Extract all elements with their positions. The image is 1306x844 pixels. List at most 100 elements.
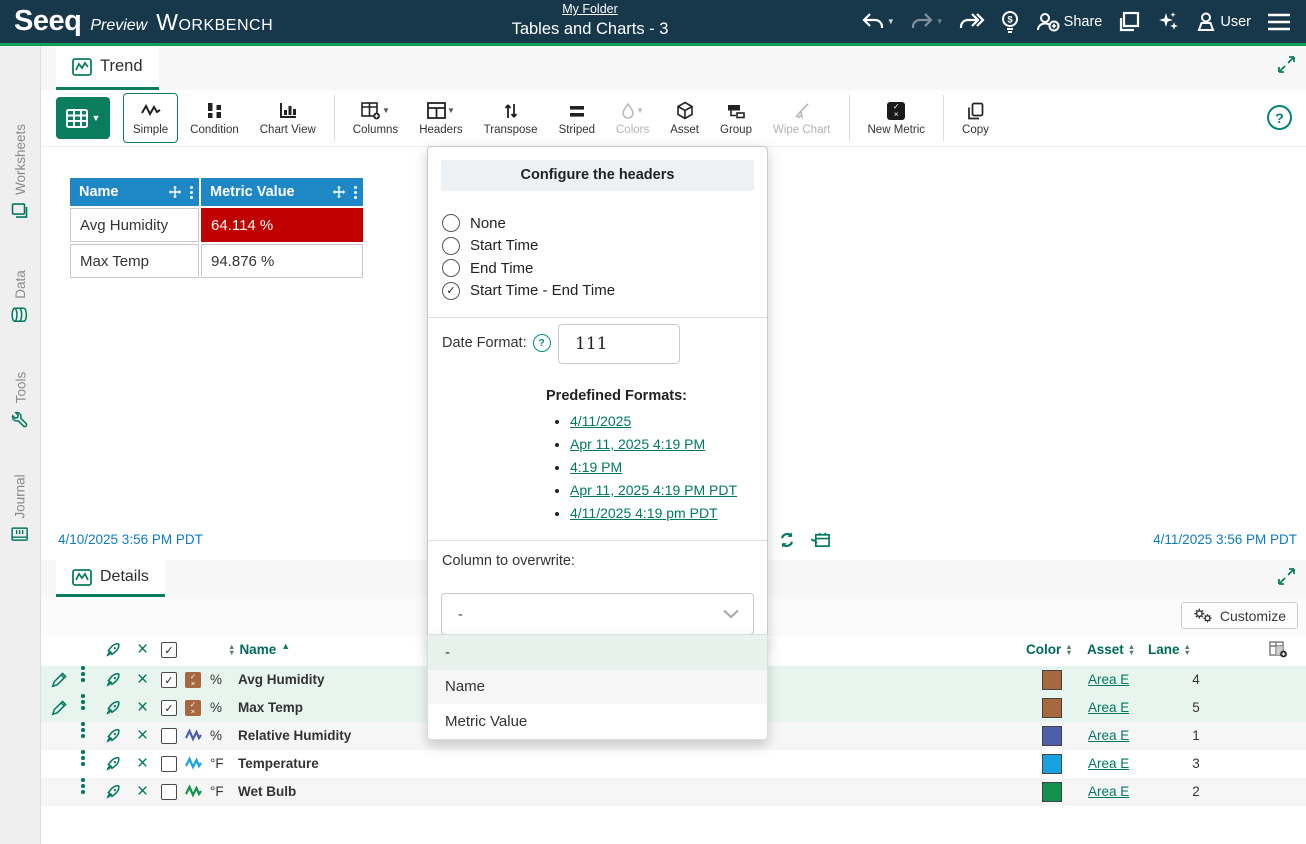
radio-icon[interactable] <box>442 237 460 255</box>
predefined-format-link[interactable]: Apr 11, 2025 4:19 PM <box>570 436 705 452</box>
tab-trend-label[interactable]: Trend <box>100 57 143 76</box>
asset-link[interactable]: Area E <box>1088 700 1129 715</box>
striped-button[interactable]: Striped <box>550 94 604 142</box>
condition-label[interactable]: Condition <box>190 124 239 136</box>
customize-label[interactable]: Customize <box>1220 608 1286 624</box>
simple-table-button[interactable]: Simple <box>123 93 178 143</box>
user-menu[interactable]: User <box>1195 11 1251 33</box>
color-swatch[interactable] <box>1042 726 1062 746</box>
radio-icon[interactable]: ✓ <box>442 282 460 300</box>
striped-label[interactable]: Striped <box>559 124 595 136</box>
radio-option-start-time[interactable]: Start Time <box>442 235 767 258</box>
name-column-header[interactable]: ▲▼ Name ▲ <box>224 642 290 657</box>
wipe-chart-label[interactable]: Wipe Chart <box>773 124 831 136</box>
wipe-chart-button[interactable]: Wipe Chart <box>764 94 840 142</box>
move-icon[interactable] <box>168 185 182 199</box>
remove-icon[interactable]: × <box>137 751 148 777</box>
color-column-header[interactable]: Color ▲▼ <box>1026 642 1077 657</box>
tab-details-label[interactable]: Details <box>100 568 149 586</box>
select-all-checkbox[interactable]: ✓ <box>161 642 177 658</box>
redo-button[interactable]: ▼ <box>910 11 944 33</box>
row-checkbox[interactable] <box>161 784 177 800</box>
remove-icon[interactable]: × <box>137 779 148 805</box>
simple-label[interactable]: Simple <box>133 124 168 136</box>
date-format-input[interactable] <box>558 324 680 364</box>
asset-rocket-icon[interactable] <box>104 671 122 689</box>
sort-icon[interactable]: ▲▼ <box>1184 644 1191 656</box>
color-swatch[interactable] <box>1042 670 1062 690</box>
columns-button[interactable]: ▼ Columns <box>344 94 407 142</box>
predefined-format-link[interactable]: 4:19 PM <box>570 459 622 475</box>
user-label[interactable]: User <box>1220 14 1251 30</box>
copy-button[interactable]: Copy <box>953 94 998 142</box>
row-checkbox[interactable] <box>161 756 177 772</box>
display-range-end[interactable]: 4/11/2025 3:56 PM PDT <box>1153 532 1297 547</box>
headers-label[interactable]: Headers <box>419 124 462 136</box>
asset-link[interactable]: Area E <box>1088 672 1129 687</box>
group-button[interactable]: Group <box>711 94 761 142</box>
asset-button[interactable]: Asset <box>661 94 708 142</box>
dropdown-option-metric-value[interactable]: Metric Value <box>428 704 767 739</box>
auto-update-icon[interactable] <box>778 531 796 549</box>
edit-pencil-icon[interactable] <box>51 700 67 716</box>
row-checkbox[interactable]: ✓ <box>161 700 177 716</box>
asset-label[interactable]: Asset <box>670 124 699 136</box>
column-menu-icon[interactable] <box>354 186 357 199</box>
copy-label[interactable]: Copy <box>962 124 989 136</box>
header-value-label[interactable]: Metric Value <box>210 184 324 200</box>
sidebar-label-tools[interactable]: Tools <box>13 372 28 404</box>
fast-forward-button[interactable] <box>959 11 985 33</box>
ai-assistant-icon[interactable] <box>1156 10 1180 34</box>
color-swatch[interactable] <box>1042 754 1062 774</box>
lane-header-label[interactable]: Lane <box>1148 642 1180 657</box>
breadcrumb-my-folder[interactable]: My Folder <box>562 2 618 16</box>
predefined-format-link[interactable]: 4/11/2025 4:19 pm PDT <box>570 505 718 521</box>
column-menu-icon[interactable] <box>190 186 193 199</box>
dropdown-option-name[interactable]: Name <box>428 670 767 705</box>
colors-button[interactable]: ▼ Colors <box>607 94 658 142</box>
sidebar-label-journal[interactable]: Journal <box>13 474 28 518</box>
columns-label[interactable]: Columns <box>353 124 398 136</box>
metric-table-header-value[interactable]: Metric Value <box>201 178 363 206</box>
add-column-icon[interactable] <box>1269 641 1288 658</box>
predefined-format-link[interactable]: Apr 11, 2025 4:19 PM PDT <box>570 482 737 498</box>
header-name-label[interactable]: Name <box>79 184 160 200</box>
metric-table-header-name[interactable]: Name <box>70 178 199 206</box>
chart-view-label[interactable]: Chart View <box>260 124 316 136</box>
sidebar-item-worksheets[interactable]: Worksheets <box>0 106 40 238</box>
table-view-dropdown-button[interactable]: ▼ <box>56 97 110 139</box>
chart-view-button[interactable]: Chart View <box>251 94 325 142</box>
asset-rocket-header-icon[interactable] <box>104 641 122 659</box>
color-swatch[interactable] <box>1042 782 1062 802</box>
remove-icon[interactable]: × <box>137 667 148 693</box>
display-range-start[interactable]: 4/10/2025 3:56 PM PDT <box>58 532 203 547</box>
sidebar-item-journal[interactable]: Journal <box>0 461 40 557</box>
asset-rocket-icon[interactable] <box>104 783 122 801</box>
name-header-label[interactable]: Name <box>239 642 276 657</box>
radio-option-end-time[interactable]: End Time <box>442 257 767 280</box>
asset-link[interactable]: Area E <box>1088 784 1129 799</box>
tab-details[interactable]: Details <box>56 560 165 597</box>
asset-rocket-icon[interactable] <box>104 755 122 773</box>
share-label[interactable]: Share <box>1064 14 1103 30</box>
expand-trend-icon[interactable] <box>1277 55 1296 74</box>
sort-icon[interactable]: ▲▼ <box>1128 644 1135 656</box>
tab-trend[interactable]: Trend <box>56 46 159 90</box>
asset-column-header[interactable]: Asset ▲▼ <box>1087 642 1139 657</box>
sort-icon[interactable]: ▲▼ <box>1065 644 1072 656</box>
help-icon[interactable]: ? <box>1267 105 1292 130</box>
headers-button[interactable]: ▼ Headers <box>410 94 471 142</box>
dropdown-option-blank[interactable]: - <box>428 635 767 670</box>
expand-details-icon[interactable] <box>1277 567 1296 586</box>
date-format-help-icon[interactable]: ? <box>533 334 551 352</box>
sidebar-item-tools[interactable]: Tools <box>0 356 40 444</box>
new-metric-button[interactable]: ✓× New Metric <box>859 94 935 142</box>
customize-button[interactable]: Customize <box>1181 602 1298 629</box>
sidebar-item-data[interactable]: Data <box>0 251 40 343</box>
undo-caret-icon[interactable]: ▼ <box>887 17 895 26</box>
hamburger-menu-icon[interactable] <box>1266 12 1292 32</box>
asset-header-label[interactable]: Asset <box>1087 642 1124 657</box>
color-swatch[interactable] <box>1042 698 1062 718</box>
remove-all-header-icon[interactable]: × <box>137 637 148 663</box>
column-overwrite-select[interactable]: - <box>441 593 754 635</box>
